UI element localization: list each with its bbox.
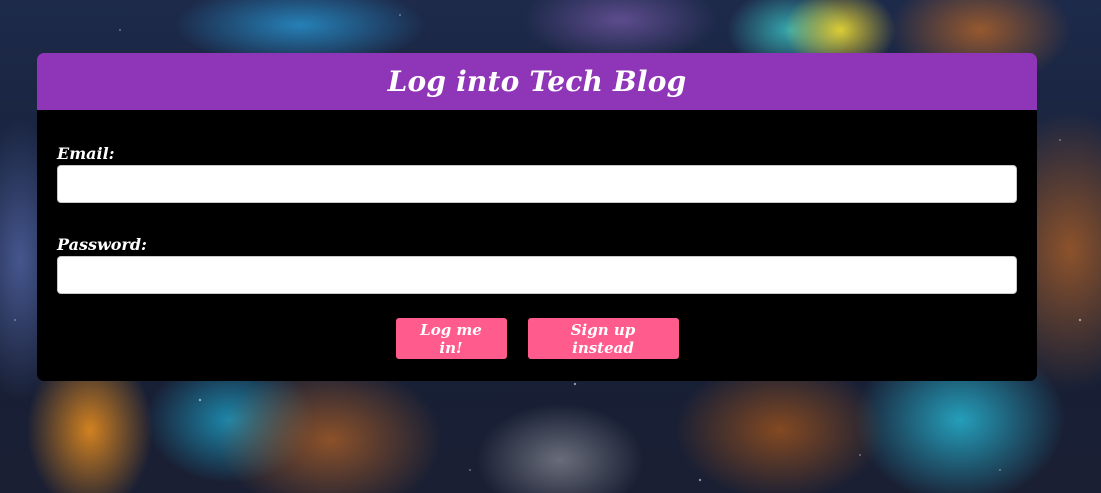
form-actions: Log me in! Sign up instead bbox=[57, 318, 1017, 359]
password-label: Password: bbox=[57, 235, 147, 254]
signup-button[interactable]: Sign up instead bbox=[527, 318, 679, 359]
password-field-group: Password: bbox=[57, 235, 1017, 294]
login-button[interactable]: Log me in! bbox=[395, 318, 507, 359]
login-card-header: Log into Tech Blog bbox=[37, 53, 1037, 110]
page-title: Log into Tech Blog bbox=[387, 65, 687, 98]
email-label: Email: bbox=[57, 144, 115, 163]
password-field[interactable] bbox=[57, 256, 1017, 294]
email-field[interactable] bbox=[57, 165, 1017, 203]
email-field-group: Email: bbox=[57, 144, 1017, 203]
login-card: Log into Tech Blog Email: Password: Log … bbox=[37, 53, 1037, 381]
login-form: Email: Password: Log me in! Sign up inst… bbox=[37, 110, 1037, 359]
